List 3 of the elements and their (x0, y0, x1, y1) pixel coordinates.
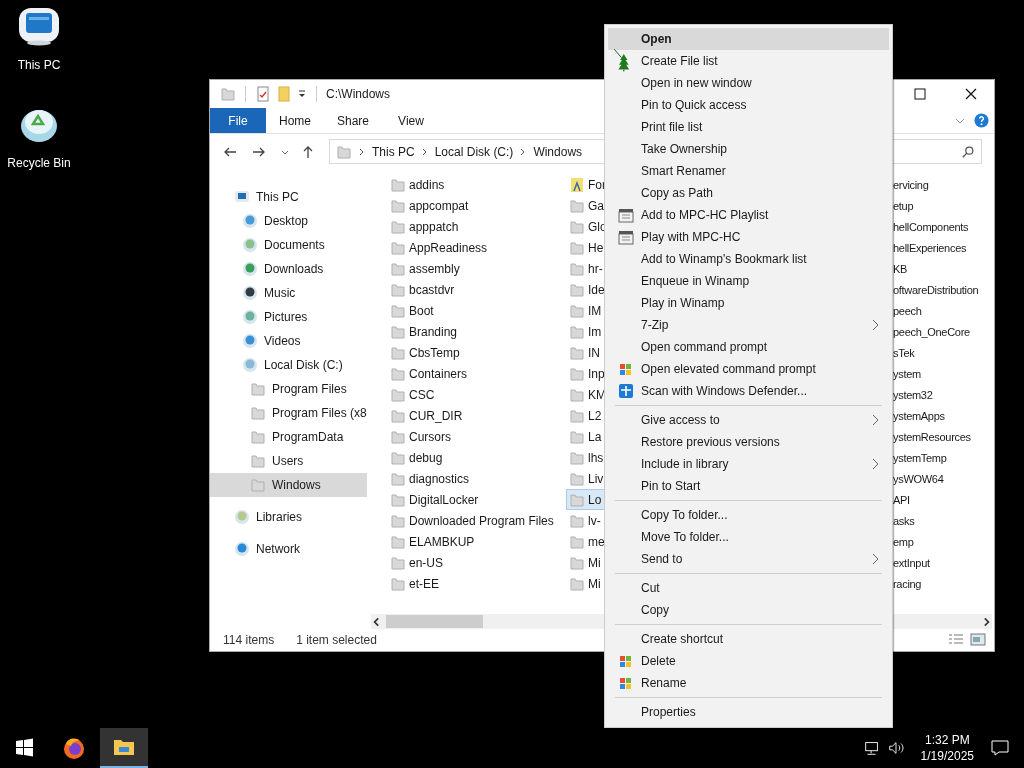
item-count: 114 items (223, 633, 275, 647)
window-title: C:\Windows (326, 87, 390, 101)
selection-count: 1 item selected (296, 633, 377, 647)
